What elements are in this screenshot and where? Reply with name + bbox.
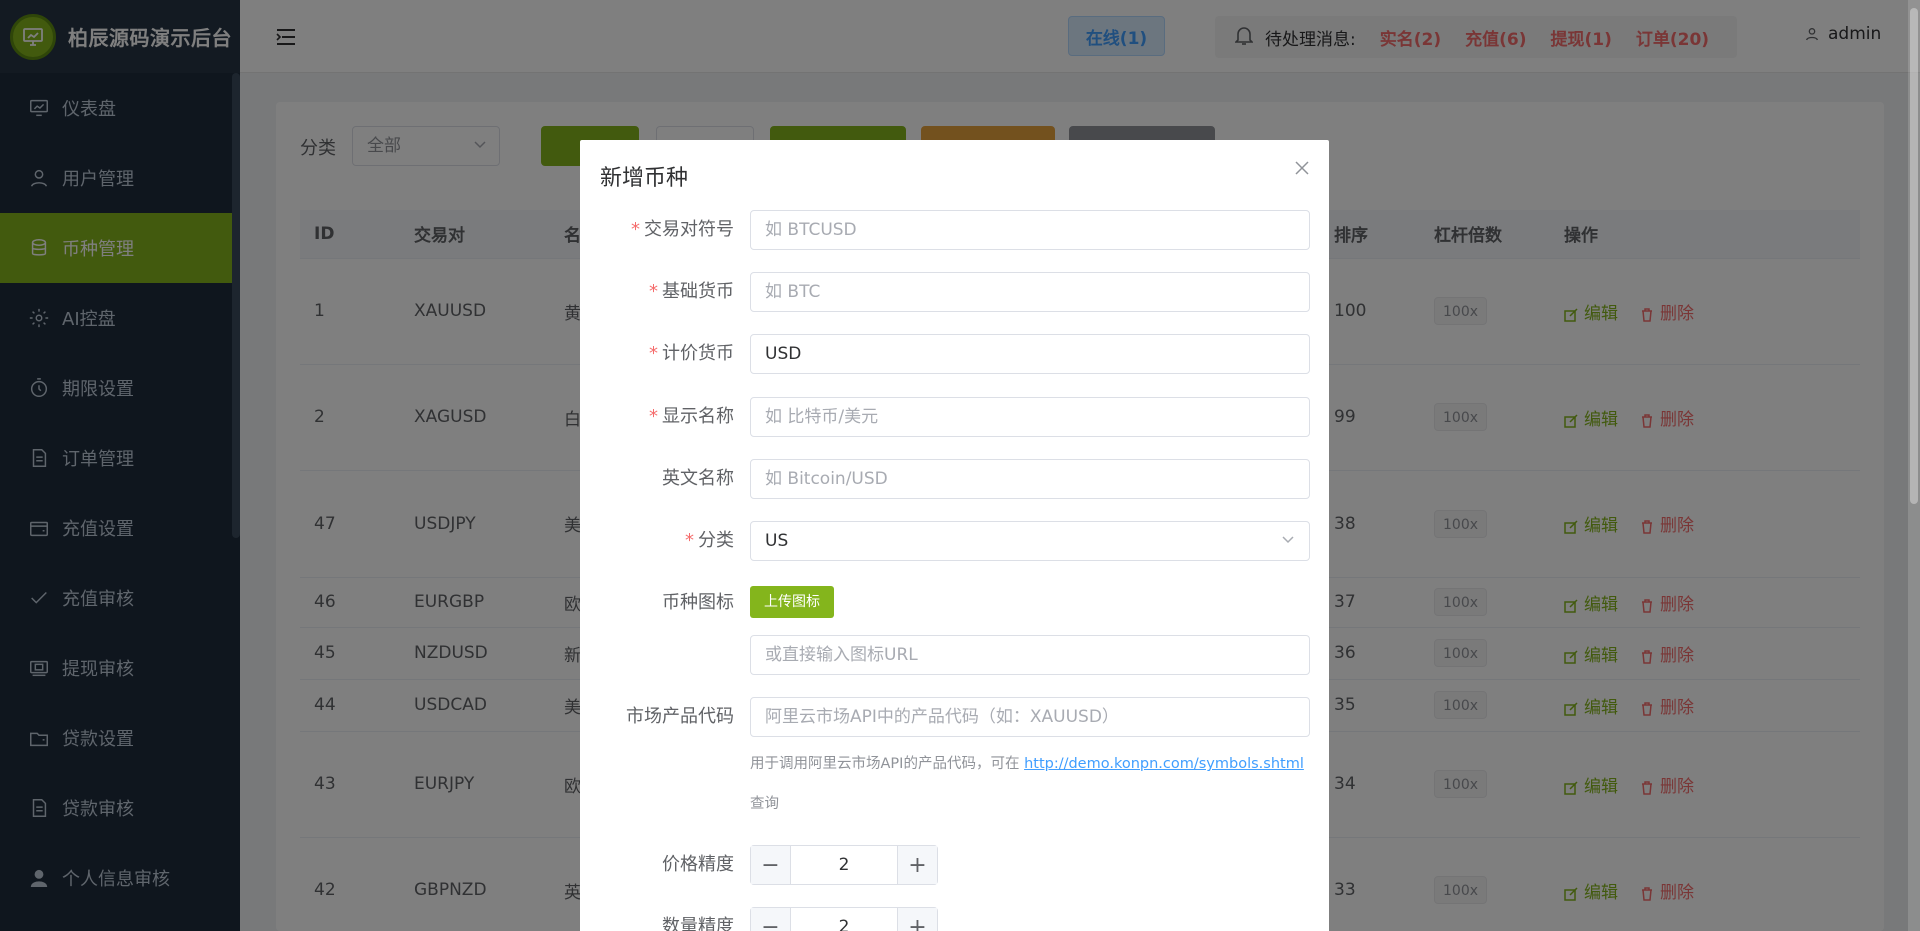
english-name-label: 英文名称 [662,468,734,489]
help-text-suffix: 查询 [750,796,779,812]
qty-precision-value[interactable]: 2 [791,908,897,931]
english-name-input[interactable] [750,459,1310,499]
base-currency-label: * 基础货币 [649,281,734,302]
decrement-button[interactable]: − [751,908,791,931]
upload-icon-button[interactable]: 上传图标 [750,586,834,618]
dialog-title: 新增币种 [600,166,689,191]
form-row-english-name: 英文名称 [580,459,1329,499]
page-scrollbar-thumb[interactable] [1910,8,1918,504]
help-text-prefix: 用于调用阿里云市场API的产品代码，可在 [750,756,1025,772]
category-label: * 分类 [685,530,734,551]
form-row-market-code: 市场产品代码 [580,697,1329,737]
icon-url-input[interactable] [750,635,1310,675]
add-coin-dialog: 新增币种 *交易对符号 *基础货币 *计价货币 *显示名称 英文名称 *分类 U… [580,140,1329,931]
chevron-down-icon [1281,522,1295,560]
price-precision-stepper: − 2 + [750,845,938,885]
symbols-link[interactable]: http://demo.konpn.com/symbols.shtml [1024,756,1304,772]
form-row-qty-precision: 数量精度 − 2 + [580,907,1329,931]
form-row-display-name: * 显示名称 [580,397,1329,437]
category-select[interactable]: US [750,521,1310,561]
form-row-icon: 币种图标 上传图标 [580,583,1329,623]
form-row-symbol: * 交易对符号 [580,210,1329,250]
symbol-input[interactable] [750,210,1310,250]
symbol-label: * 交易对符号 [631,219,734,240]
price-precision-value[interactable]: 2 [791,846,897,884]
display-name-label: * 显示名称 [649,406,734,427]
market-code-input[interactable] [750,697,1310,737]
base-currency-input[interactable] [750,272,1310,312]
market-code-help: 用于调用阿里云市场API的产品代码，可在 http://demo.konpn.c… [750,744,1320,824]
market-code-label: 市场产品代码 [626,706,734,727]
icon-label: 币种图标 [662,592,734,613]
close-icon[interactable] [1295,160,1309,180]
increment-button[interactable]: + [897,908,937,931]
increment-button[interactable]: + [897,846,937,884]
qty-precision-label: 数量精度 [662,916,734,931]
quote-currency-label: * 计价货币 [649,343,734,364]
quote-currency-input[interactable] [750,334,1310,374]
decrement-button[interactable]: − [751,846,791,884]
form-row-icon-url [580,635,1329,675]
form-row-price-precision: 价格精度 − 2 + [580,845,1329,885]
qty-precision-stepper: − 2 + [750,907,938,931]
form-row-category: * 分类 US [580,521,1329,561]
form-row-base: * 基础货币 [580,272,1329,312]
category-value: US [765,531,789,551]
display-name-input[interactable] [750,397,1310,437]
price-precision-label: 价格精度 [662,854,734,875]
form-row-quote: * 计价货币 [580,334,1329,374]
page-scrollbar[interactable] [1908,0,1920,931]
